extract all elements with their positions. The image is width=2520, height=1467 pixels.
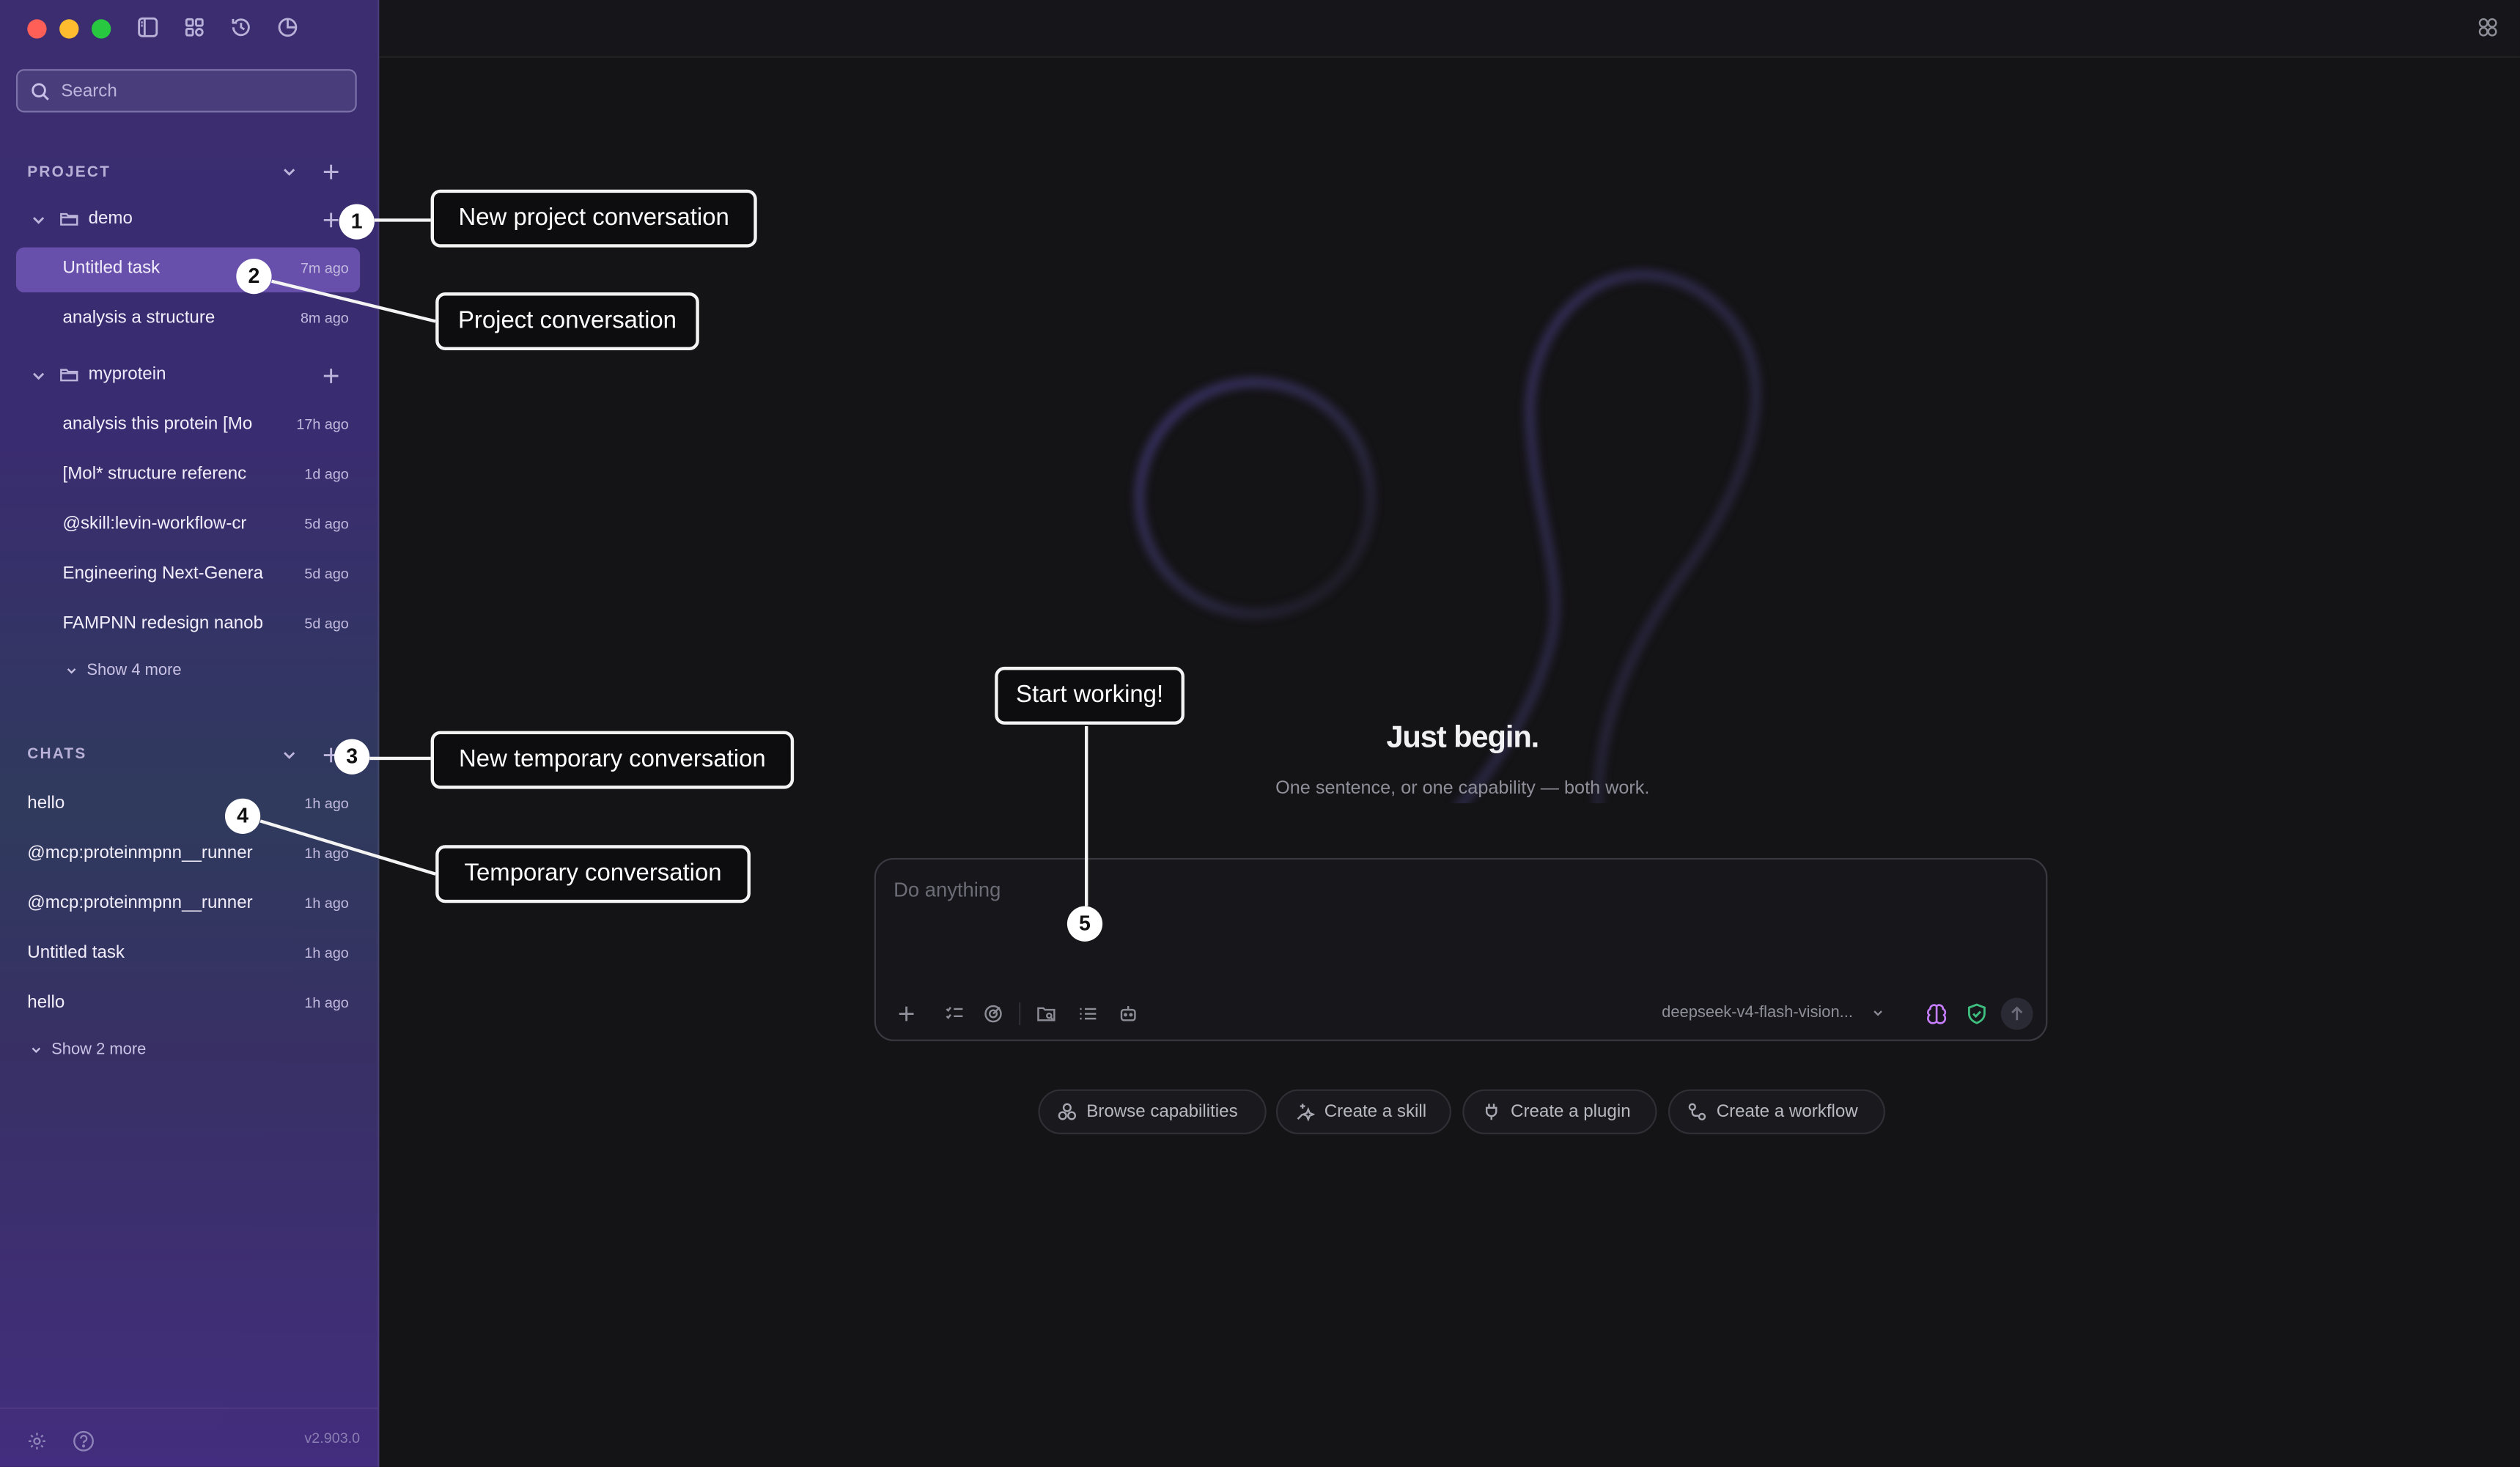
app-window: PROJECT demo Untitled task 7m ago analys… [0, 0, 2520, 1467]
callout-badge-3: 3 [334, 739, 370, 775]
connector-2 [271, 279, 436, 323]
callout-badge-2: 2 [236, 259, 272, 295]
callout-badge-4: 4 [224, 798, 261, 834]
callout-new-project-conversation: New project conversation [430, 189, 757, 248]
connector-4 [259, 819, 436, 876]
callout-temporary-conversation: Temporary conversation [435, 845, 751, 904]
callout-project-conversation: Project conversation [435, 292, 699, 350]
callout-start-working: Start working! [995, 666, 1185, 725]
callout-new-temporary-conversation: New temporary conversation [430, 731, 795, 789]
callout-badge-5: 5 [1066, 906, 1103, 942]
callout-badge-1: 1 [339, 204, 375, 240]
callout-connectors [259, 218, 1088, 906]
stage: PROJECT demo Untitled task 7m ago analys… [0, 0, 2520, 1467]
